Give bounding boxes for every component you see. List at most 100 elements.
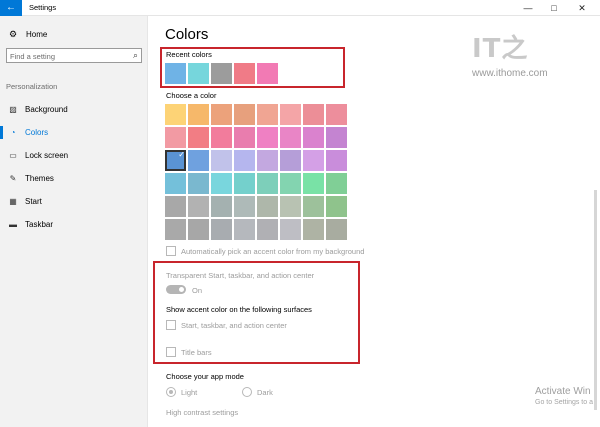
- maximize-button[interactable]: □: [542, 0, 566, 16]
- color-swatch[interactable]: [211, 104, 232, 125]
- color-swatch[interactable]: [326, 127, 347, 148]
- background-icon: ▨: [9, 105, 17, 114]
- section-label-personalization: Personalization: [6, 82, 58, 91]
- color-swatch[interactable]: [165, 104, 186, 125]
- colors-icon: ◔: [10, 128, 16, 137]
- page-title: Colors: [165, 26, 209, 43]
- lock-screen-icon: ▭: [9, 151, 17, 160]
- close-button[interactable]: ✕: [570, 0, 594, 16]
- app-mode-label: Choose your app mode: [166, 372, 244, 381]
- color-swatch[interactable]: [234, 219, 255, 240]
- color-swatch[interactable]: [188, 150, 209, 171]
- color-swatch[interactable]: [303, 196, 324, 217]
- sidebar-item-home[interactable]: ⚙ Home: [8, 28, 47, 40]
- transparent-label: Transparent Start, taskbar, and action c…: [166, 271, 315, 280]
- color-swatch[interactable]: [257, 150, 278, 171]
- high-contrast-link[interactable]: High contrast settings: [166, 408, 238, 417]
- title-bars-label: Title bars: [181, 348, 212, 357]
- color-swatch[interactable]: [257, 219, 278, 240]
- color-swatch[interactable]: [211, 196, 232, 217]
- scrollbar[interactable]: [594, 190, 597, 410]
- color-swatch[interactable]: [326, 196, 347, 217]
- search-icon[interactable]: ⌕: [133, 50, 138, 61]
- start-icon: ▦: [9, 197, 17, 206]
- color-swatch[interactable]: [234, 104, 255, 125]
- color-swatch[interactable]: [303, 173, 324, 194]
- color-swatch[interactable]: [326, 173, 347, 194]
- color-swatch[interactable]: [303, 150, 324, 171]
- color-swatch[interactable]: [188, 127, 209, 148]
- show-accent-label: Show accent color on the following surfa…: [166, 305, 312, 314]
- start-taskbar-checkbox[interactable]: [166, 320, 176, 330]
- color-swatch[interactable]: [257, 127, 278, 148]
- sidebar-item-taskbar[interactable]: ▬ Taskbar: [0, 213, 148, 236]
- color-swatch[interactable]: [211, 173, 232, 194]
- title-bar: ← Settings — □ ✕: [0, 0, 600, 16]
- color-swatch[interactable]: [326, 219, 347, 240]
- sidebar-item-start[interactable]: ▦ Start: [0, 190, 148, 213]
- start-taskbar-label: Start, taskbar, and action center: [181, 321, 287, 330]
- toggle-knob: [179, 287, 184, 292]
- sidebar-item-label: Lock screen: [25, 151, 69, 160]
- minimize-button[interactable]: —: [516, 0, 540, 16]
- sidebar-item-lock-screen[interactable]: ▭ Lock screen: [0, 144, 148, 167]
- color-swatch[interactable]: [280, 150, 301, 171]
- color-swatch[interactable]: [211, 219, 232, 240]
- taskbar-icon: ▬: [9, 220, 17, 229]
- themes-icon: ✎: [9, 174, 17, 183]
- color-swatch[interactable]: [188, 196, 209, 217]
- light-mode-label: Light: [181, 388, 198, 397]
- activate-windows-subtitle: Go to Settings to a: [535, 399, 593, 406]
- dark-mode-radio[interactable]: [242, 387, 252, 397]
- color-swatch[interactable]: [234, 127, 255, 148]
- dark-mode-label: Dark: [257, 388, 273, 397]
- transparency-toggle[interactable]: [166, 285, 186, 294]
- color-swatch[interactable]: [211, 127, 232, 148]
- color-swatch[interactable]: [234, 196, 255, 217]
- color-swatch[interactable]: [188, 173, 209, 194]
- color-swatch[interactable]: [234, 150, 255, 171]
- color-swatch[interactable]: [165, 173, 186, 194]
- color-swatch[interactable]: [257, 173, 278, 194]
- color-swatch[interactable]: [303, 104, 324, 125]
- color-swatch[interactable]: [303, 127, 324, 148]
- color-swatch[interactable]: [257, 196, 278, 217]
- color-swatch[interactable]: [188, 219, 209, 240]
- window-title: Settings: [29, 3, 57, 12]
- auto-accent-checkbox[interactable]: [166, 246, 176, 256]
- sidebar-item-themes[interactable]: ✎ Themes: [0, 167, 148, 190]
- color-swatch[interactable]: [326, 104, 347, 125]
- color-swatch[interactable]: [257, 104, 278, 125]
- activate-windows-title: Activate Win: [535, 386, 591, 397]
- color-swatch[interactable]: [165, 127, 186, 148]
- sidebar-item-label: Taskbar: [25, 220, 54, 229]
- back-arrow-icon: ←: [6, 2, 16, 13]
- checkmark-icon: ✓: [178, 150, 185, 159]
- light-mode-radio[interactable]: [166, 387, 176, 397]
- sidebar-item-background[interactable]: ▨ Background: [0, 98, 148, 121]
- search-input[interactable]: [10, 51, 122, 61]
- color-swatch[interactable]: [280, 196, 301, 217]
- auto-accent-label: Automatically pick an accent color from …: [181, 247, 365, 256]
- color-swatch[interactable]: [165, 196, 186, 217]
- recent-colors-highlight: [160, 47, 345, 88]
- color-swatch[interactable]: [280, 127, 301, 148]
- color-swatch[interactable]: [211, 150, 232, 171]
- back-button[interactable]: ←: [0, 0, 22, 16]
- search-box[interactable]: ⌕: [6, 48, 142, 63]
- color-swatch[interactable]: [188, 104, 209, 125]
- color-swatch[interactable]: [280, 219, 301, 240]
- sidebar-item-label: Start: [25, 197, 42, 206]
- sidebar-item-label: Themes: [25, 174, 54, 183]
- color-swatch[interactable]: [234, 173, 255, 194]
- color-swatch[interactable]: [280, 104, 301, 125]
- choose-color-label: Choose a color: [166, 91, 217, 100]
- color-swatch[interactable]: [303, 219, 324, 240]
- color-swatch[interactable]: [326, 150, 347, 171]
- color-swatch-selected[interactable]: ✓: [165, 150, 186, 171]
- title-bars-checkbox[interactable]: [166, 347, 176, 357]
- color-swatch[interactable]: [280, 173, 301, 194]
- color-swatch[interactable]: [165, 219, 186, 240]
- home-label: Home: [26, 29, 48, 39]
- sidebar-item-colors[interactable]: ◔ Colors: [0, 121, 148, 144]
